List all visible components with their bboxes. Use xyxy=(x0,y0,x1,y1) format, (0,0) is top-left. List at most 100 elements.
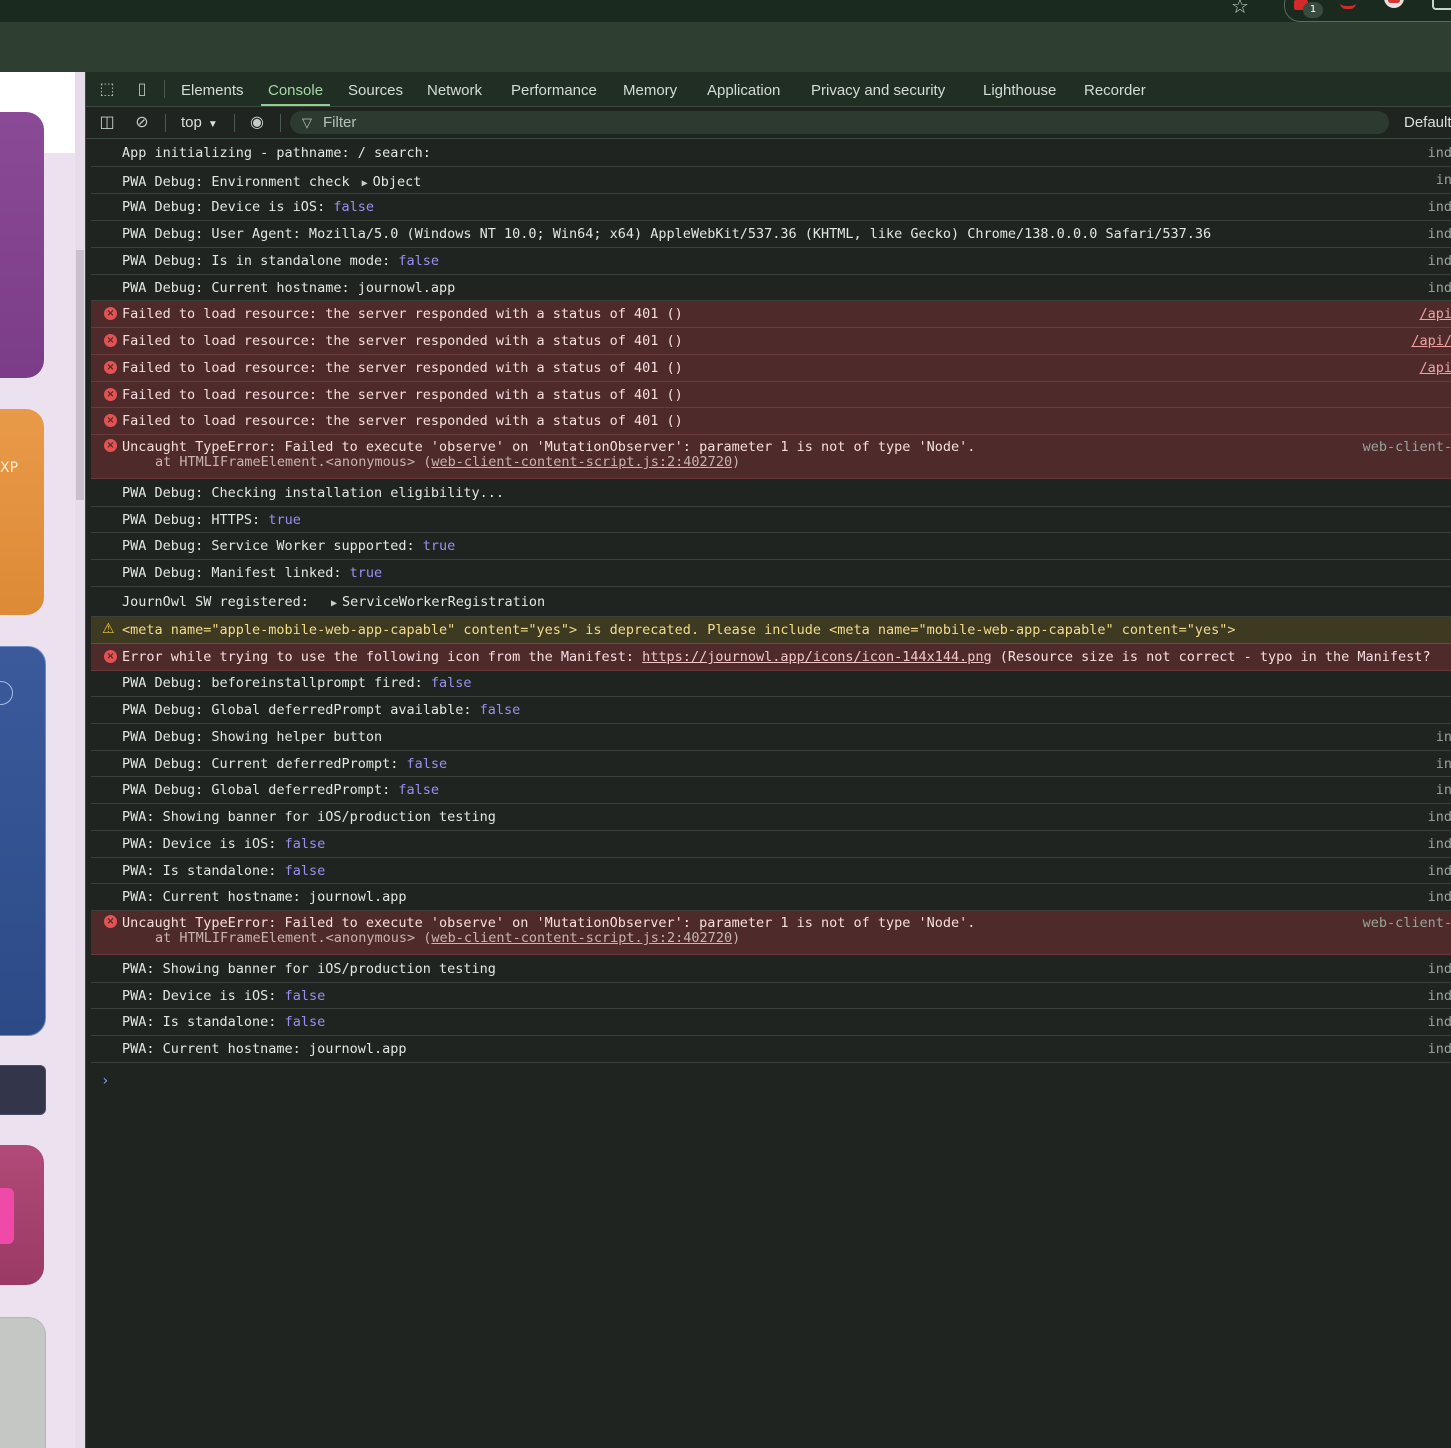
message-text: App initializing - pathname: / search: xyxy=(122,145,431,161)
console-message: PWA Debug: Manifest linked: true xyxy=(91,560,1451,587)
source-link[interactable]: in xyxy=(1436,777,1451,803)
boolean-value: true xyxy=(268,512,301,528)
source-link[interactable]: web-client- xyxy=(1363,438,1451,456)
boolean-value: false xyxy=(406,756,448,772)
message-text: PWA Debug: Global deferredPrompt: false xyxy=(122,782,439,798)
boolean-value: false xyxy=(333,199,374,215)
source-link[interactable]: ind xyxy=(1428,248,1451,274)
stack-trace: at HTMLIFrameElement.<anonymous> (web-cl… xyxy=(155,454,741,470)
message-text: PWA: Current hostname: journowl.app xyxy=(122,1041,407,1057)
error-icon: × xyxy=(104,650,117,663)
pink-button[interactable] xyxy=(0,1188,14,1244)
filter-placeholder: Filter xyxy=(323,114,357,131)
console-message: × Failed to load resource: the server res… xyxy=(91,408,1451,435)
tab-memory[interactable]: Memory xyxy=(623,72,677,106)
source-link[interactable]: ind xyxy=(1428,140,1451,166)
error-icon: × xyxy=(104,915,117,928)
source-link[interactable]: ind xyxy=(1428,858,1451,883)
console-message: PWA Debug: Environment check ▶ Object in xyxy=(91,167,1451,194)
sidebar-toggle-icon[interactable]: ◫ xyxy=(96,112,118,132)
devtools-panel: ⬚ ▯ Elements Console Sources Network Per… xyxy=(85,72,1451,1448)
dark-card[interactable] xyxy=(0,1065,46,1115)
web-page: XP xyxy=(0,72,85,1448)
console-message: × Failed to load resource: the server res… xyxy=(91,328,1451,355)
source-link[interactable]: ind xyxy=(1428,194,1451,220)
message-text: PWA: Device is iOS: false xyxy=(122,836,326,852)
error-icon: × xyxy=(104,388,117,401)
context-selector[interactable]: top ▼ xyxy=(181,107,218,138)
source-link[interactable]: ind xyxy=(1428,956,1451,982)
caret-down-icon: ▼ xyxy=(207,119,218,130)
expand-triangle-icon[interactable]: ▶ xyxy=(331,598,337,609)
source-link[interactable]: in xyxy=(1436,167,1451,193)
message-text: PWA: Is standalone: false xyxy=(122,863,326,879)
tab-network[interactable]: Network xyxy=(427,72,482,106)
tab-lighthouse[interactable]: Lighthouse xyxy=(983,72,1056,106)
star-icon[interactable]: ☆ xyxy=(1231,0,1249,18)
orange-card[interactable]: XP xyxy=(0,409,44,615)
source-link[interactable]: ind xyxy=(1428,983,1451,1008)
tab-privacy-security[interactable]: Privacy and security xyxy=(811,72,945,106)
tab-application[interactable]: Application xyxy=(707,72,780,106)
device-toolbar-icon[interactable]: ▯ xyxy=(131,79,153,99)
console-message: PWA Debug: Current deferredPrompt: false… xyxy=(91,751,1451,777)
message-text: PWA Debug: Current hostname: journowl.ap… xyxy=(122,280,456,296)
console-message: × Failed to load resource: the server res… xyxy=(91,382,1451,408)
console-message: PWA Debug: Showing helper button in xyxy=(91,724,1451,751)
inspect-element-icon[interactable]: ⬚ xyxy=(96,79,118,99)
blue-card[interactable] xyxy=(0,646,46,1036)
browser-toolbar xyxy=(0,22,1451,72)
message-text: PWA Debug: Global deferredPrompt availab… xyxy=(122,702,521,718)
source-link[interactable]: /api xyxy=(1419,301,1451,327)
source-link[interactable]: ind xyxy=(1428,221,1451,247)
source-link[interactable]: in xyxy=(1436,751,1451,776)
console-message: PWA Debug: Global deferredPrompt: false i… xyxy=(91,777,1451,804)
message-text: JournOwl SW registered: ▶ ServiceWorkerReg… xyxy=(122,594,546,610)
gray-card[interactable] xyxy=(0,1317,46,1448)
tab-performance[interactable]: Performance xyxy=(511,72,597,106)
stack-trace-link[interactable]: web-client-content-script.js:2:402720 xyxy=(431,930,732,946)
message-text: PWA Debug: User Agent: Mozilla/5.0 (Wind… xyxy=(122,226,1212,242)
filter-icon: ▽ xyxy=(302,115,312,130)
source-link[interactable]: web-client- xyxy=(1363,914,1451,932)
eye-icon[interactable]: ◉ xyxy=(246,112,268,132)
pink-card[interactable] xyxy=(0,1145,44,1285)
message-text: PWA Debug: Checking installation eligibi… xyxy=(122,485,505,501)
extension-icon[interactable] xyxy=(1340,0,1356,9)
source-link[interactable]: ind xyxy=(1428,884,1451,910)
tab-elements[interactable]: Elements xyxy=(181,72,244,106)
tab-recorder[interactable]: Recorder xyxy=(1084,72,1146,106)
console-message: × Failed to load resource: the server res… xyxy=(91,355,1451,382)
scrollbar-thumb[interactable] xyxy=(76,250,84,500)
object-preview[interactable]: ▶ ServiceWorkerRegistration xyxy=(331,594,545,610)
expand-triangle-icon[interactable]: ▶ xyxy=(362,178,368,189)
boolean-value: false xyxy=(284,1014,326,1030)
message-text: Failed to load resource: the server resp… xyxy=(122,387,683,403)
source-link[interactable]: ind xyxy=(1428,804,1451,830)
console-prompt[interactable]: › xyxy=(101,1073,109,1089)
source-link[interactable]: /api xyxy=(1419,355,1451,381)
source-link[interactable]: ind xyxy=(1428,1009,1451,1035)
object-preview[interactable]: ▶ Object xyxy=(362,174,422,190)
clear-console-icon[interactable]: ⊘ xyxy=(131,112,153,132)
tab-console[interactable]: Console xyxy=(260,72,331,106)
boolean-value: false xyxy=(284,863,326,879)
message-text: Failed to load resource: the server resp… xyxy=(122,306,683,322)
source-link[interactable]: in xyxy=(1436,724,1451,750)
boolean-value: false xyxy=(430,675,472,691)
source-link[interactable]: ind xyxy=(1428,831,1451,857)
source-link[interactable]: /api/ xyxy=(1411,328,1451,354)
purple-card[interactable] xyxy=(0,112,44,378)
filter-input[interactable]: ▽ Filter xyxy=(290,111,1389,134)
message-text: PWA Debug: beforeinstallprompt fired: fa… xyxy=(122,675,472,691)
source-link[interactable]: ind xyxy=(1428,275,1451,300)
console-toolbar: ◫ ⊘ top ▼ ◉ ▽ Filter Default xyxy=(86,107,1451,139)
error-icon: × xyxy=(104,307,117,320)
stack-trace-link[interactable]: web-client-content-script.js:2:402720 xyxy=(431,454,732,470)
log-levels-dropdown[interactable]: Default xyxy=(1404,107,1451,138)
extension-icon[interactable] xyxy=(1432,0,1451,10)
manifest-icon-link[interactable]: https://journowl.app/icons/icon-144x144.… xyxy=(642,649,992,665)
source-link[interactable]: ind xyxy=(1428,1036,1451,1062)
console-message: PWA Debug: HTTPS: true xyxy=(91,507,1451,533)
tab-sources[interactable]: Sources xyxy=(348,72,403,106)
